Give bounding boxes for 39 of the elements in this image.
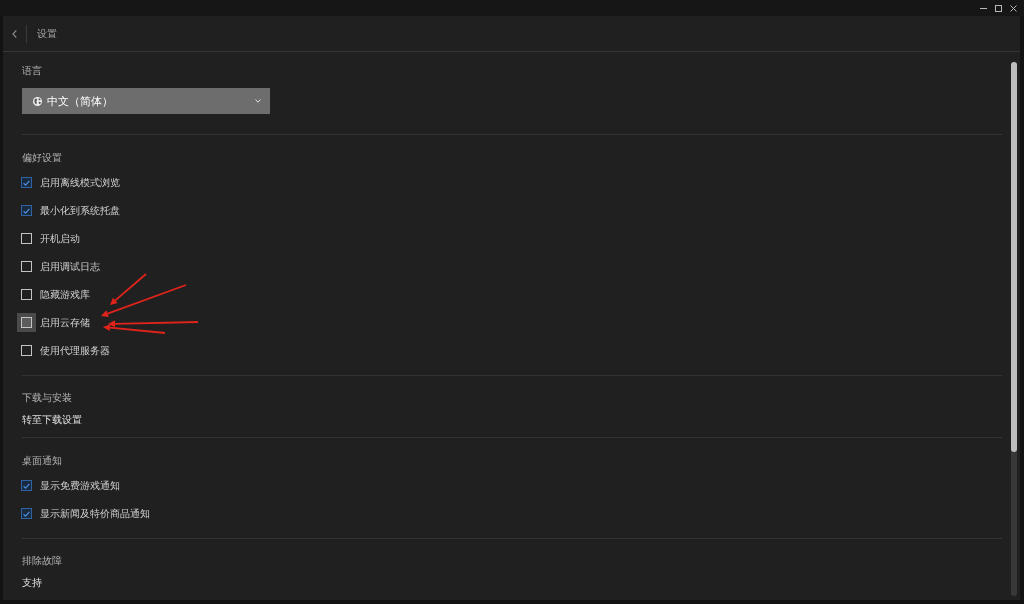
checkbox[interactable] — [21, 233, 32, 244]
checkmark-icon — [23, 510, 30, 517]
section-heading: 语言 — [22, 64, 42, 78]
checkmark-icon — [23, 482, 30, 489]
option-label: 显示新闻及特价商品通知 — [40, 507, 150, 521]
language-dropdown[interactable]: 中文（简体） — [22, 88, 270, 114]
checkbox[interactable] — [21, 261, 32, 272]
option-label: 启用调试日志 — [40, 260, 100, 274]
option-label: 启用云存储 — [40, 316, 90, 330]
checkbox[interactable] — [21, 480, 32, 491]
checkbox[interactable] — [21, 317, 32, 328]
option-label: 最小化到系统托盘 — [40, 204, 120, 218]
globe-icon — [33, 96, 42, 106]
checkbox[interactable] — [21, 289, 32, 300]
option-label: 显示免费游戏通知 — [40, 479, 120, 493]
option-label: 隐藏游戏库 — [40, 288, 90, 302]
chevron-down-icon — [255, 99, 261, 103]
close-icon — [1010, 4, 1017, 12]
section-heading: 下载与安装 — [22, 391, 72, 405]
option-label: 使用代理服务器 — [40, 344, 110, 358]
checkbox[interactable] — [21, 345, 32, 356]
section-heading: 桌面通知 — [22, 453, 62, 468]
back-chevron-icon — [11, 29, 17, 38]
checkbox[interactable] — [21, 205, 32, 216]
option-label: 开机启动 — [40, 232, 80, 246]
minimize-icon — [980, 7, 987, 9]
page-title: 设置 — [37, 27, 57, 41]
checkmark-icon — [23, 179, 30, 186]
scrollbar-track[interactable] — [1011, 62, 1017, 596]
option-label: 启用离线模式浏览 — [40, 176, 120, 190]
section-heading: 偏好设置 — [22, 150, 62, 165]
scrollbar-thumb[interactable] — [1011, 62, 1017, 452]
section-link[interactable]: 支持 — [22, 576, 42, 590]
section-heading: 排除故障 — [22, 554, 62, 568]
checkmark-icon — [23, 207, 30, 214]
checkbox[interactable] — [21, 508, 32, 519]
checkbox[interactable] — [21, 177, 32, 188]
maximize-icon — [995, 4, 1002, 12]
section-link[interactable]: 转至下载设置 — [22, 413, 82, 427]
